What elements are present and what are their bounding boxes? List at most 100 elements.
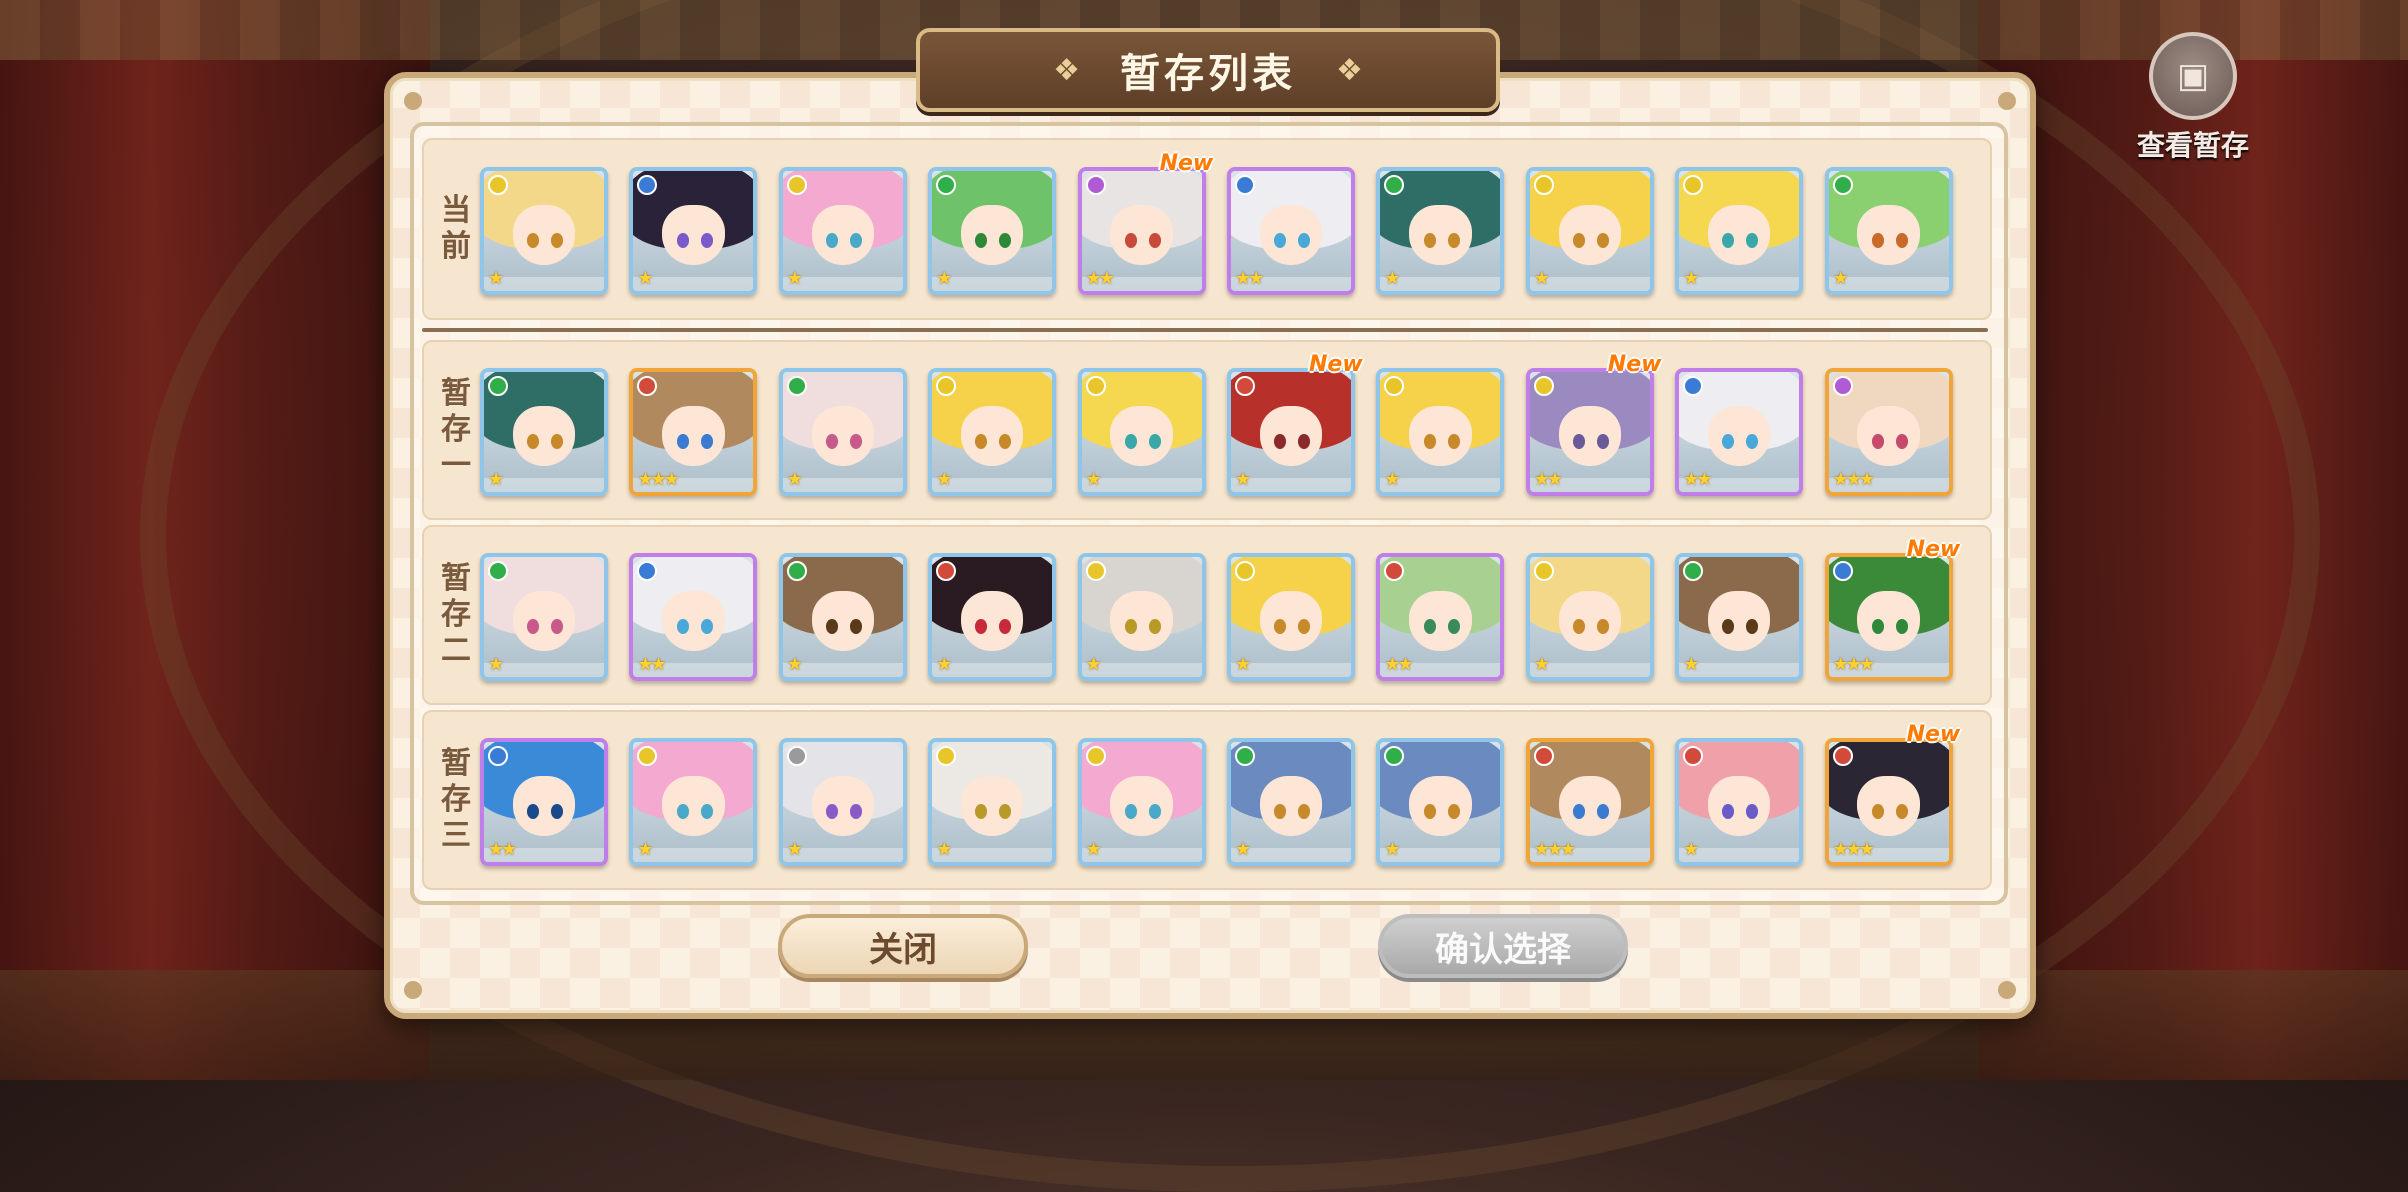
portrait-eye [1596,434,1609,449]
portrait-face [512,405,576,466]
row-label: 暂 存 二 [441,561,471,668]
portrait-eye [1572,619,1585,634]
portrait-eye [551,434,564,449]
confirm-selection-button[interactable]: 确认选择 [1378,914,1628,978]
portrait-eye [1447,233,1460,248]
portrait-face [662,775,725,836]
character-card[interactable]: ★★ [1675,368,1804,496]
portrait-eye [1572,804,1585,819]
star-rating: ★★★ [1832,469,1875,490]
character-card[interactable]: ★ [928,167,1057,295]
character-card[interactable]: ★ [778,738,907,866]
character-card[interactable]: ★ [1227,738,1355,866]
character-card[interactable]: ★★★ [1824,553,1953,681]
portrait-face [1558,590,1621,651]
portrait-eye [1871,619,1884,634]
portrait-eye [1298,233,1311,248]
character-card[interactable]: ★ [1675,738,1804,866]
character-card[interactable]: ★★★ [1824,738,1953,866]
portrait-eye [551,619,564,634]
attribute-icon [488,746,508,766]
new-badge: New [1607,352,1662,377]
star-rating: ★ [1683,268,1699,289]
box-icon: ▣ [2149,32,2237,120]
portrait-eye [527,804,540,819]
card-footer [932,663,1053,677]
character-card[interactable]: ★ [1227,553,1355,681]
character-card[interactable]: ★★ [480,738,608,866]
portrait-eye [527,233,540,248]
portrait-face [1707,405,1771,466]
attribute-icon [786,175,807,195]
character-card[interactable]: ★ [928,553,1057,681]
portrait-face [1857,775,1920,836]
portrait-face [1707,204,1771,265]
character-card[interactable]: ★ [928,368,1057,496]
character-card[interactable]: ★ [1675,553,1804,681]
character-card[interactable]: ★ [1525,553,1654,681]
character-card[interactable]: ★ [629,167,758,295]
view-saved-button[interactable]: ▣ 查看暂存 [2122,32,2264,162]
character-card[interactable]: ★ [1376,368,1505,496]
character-card[interactable]: ★★★ [629,368,758,496]
portrait-eye [527,434,540,449]
character-card[interactable]: ★★ [1227,167,1355,295]
attribute-icon [1832,175,1853,195]
new-badge: New [1159,151,1214,176]
portrait-face [1110,775,1173,836]
character-card[interactable]: ★ [1525,167,1654,295]
star-rating: ★ [936,469,952,490]
card-footer [1679,277,1800,291]
portrait-face [1707,775,1771,836]
character-card[interactable]: ★ [1227,368,1355,496]
card-footer [1828,277,1949,291]
portrait-face [1558,204,1621,265]
close-button[interactable]: 关闭 [778,914,1028,978]
character-card[interactable]: ★ [1376,167,1505,295]
character-card[interactable]: ★ [1077,368,1206,496]
character-card[interactable]: ★ [480,167,608,295]
card-footer [484,277,604,291]
character-card[interactable]: ★ [778,167,907,295]
attribute-icon [1832,376,1853,396]
character-card[interactable]: ★ [1077,738,1206,866]
portrait-eye [700,434,713,449]
star-rating: ★ [488,469,504,490]
attribute-icon [1235,746,1255,766]
character-card[interactable]: ★★★ [1824,368,1953,496]
star-rating: ★ [1533,268,1550,289]
card-footer [1529,663,1650,677]
portrait-eye [849,619,862,634]
character-card[interactable]: ★ [1077,553,1206,681]
character-card[interactable]: ★★ [629,553,758,681]
star-rating: ★ [1235,839,1251,860]
current-divider [422,328,1988,332]
character-card[interactable]: ★ [928,738,1057,866]
card-footer [1231,478,1351,492]
star-rating: ★ [637,839,653,860]
character-card[interactable]: ★★★ [1525,738,1654,866]
character-card[interactable]: ★ [629,738,758,866]
character-card[interactable]: ★ [480,553,608,681]
character-card[interactable]: ★ [480,368,608,496]
character-card[interactable]: ★ [1824,167,1953,295]
portrait-eye [849,233,862,248]
character-card[interactable]: ★★ [1525,368,1654,496]
portrait-eye [1124,233,1137,248]
character-card[interactable]: ★★ [1077,167,1206,295]
portrait-face [1110,204,1173,265]
character-card[interactable]: ★ [778,553,907,681]
character-card[interactable]: ★★ [1376,553,1505,681]
portrait-eye [1871,233,1884,248]
diamond-ornament-icon: ❖ [1053,52,1080,88]
character-card[interactable]: ★ [1376,738,1505,866]
portrait-eye [1298,804,1311,819]
attribute-icon [488,175,508,195]
card-footer [1679,663,1800,677]
character-card[interactable]: ★ [778,368,907,496]
corner-ornament [1998,981,2016,999]
portrait-eye [1572,434,1585,449]
star-rating: ★★ [488,839,517,860]
character-card[interactable]: ★ [1675,167,1804,295]
star-rating: ★ [786,268,803,289]
